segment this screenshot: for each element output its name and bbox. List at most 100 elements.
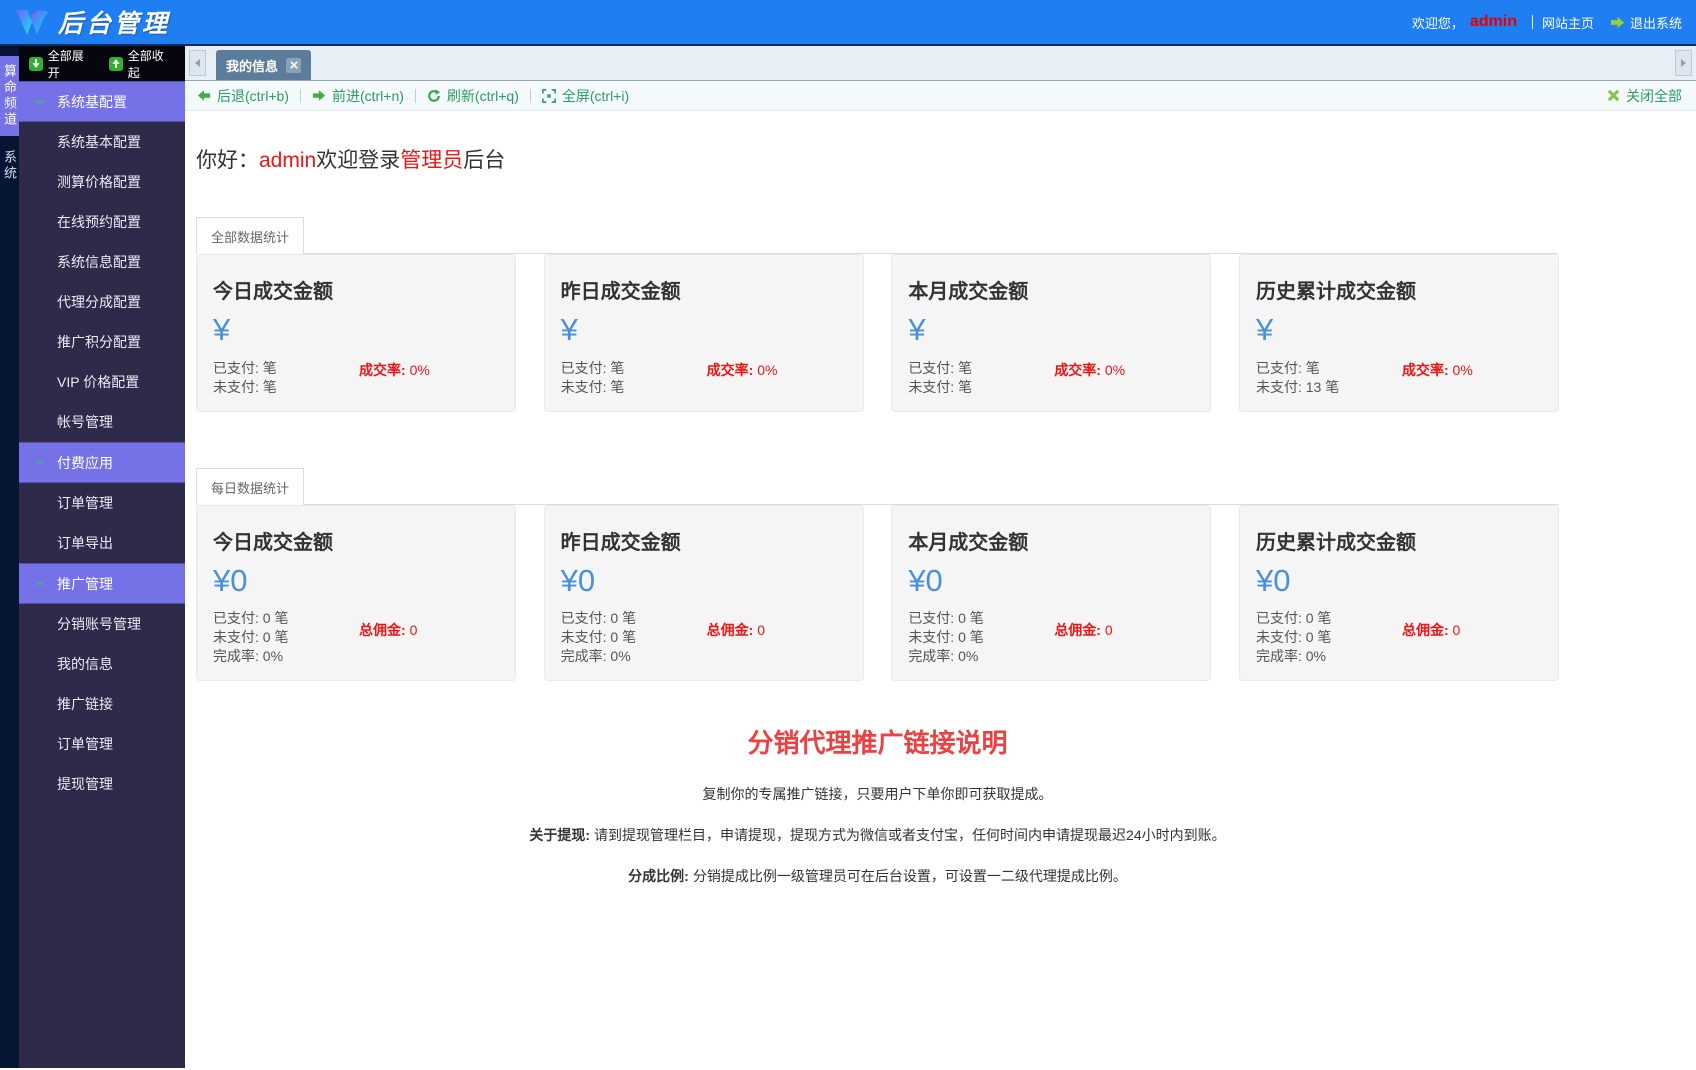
greeting-role: 管理员 bbox=[400, 149, 463, 172]
caret-down-icon bbox=[36, 582, 44, 587]
logo-icon bbox=[14, 7, 50, 37]
card-amount: ¥0 bbox=[1256, 565, 1542, 598]
card-title: 本月成交金额 bbox=[908, 275, 1194, 304]
section-tabs: 每日数据统计 bbox=[196, 467, 1559, 505]
sidebar-item-order-export[interactable]: 订单导出 bbox=[19, 523, 185, 563]
sidebar-item-distribution-account-management[interactable]: 分销账号管理 bbox=[19, 604, 185, 644]
welcome-text: 欢迎您， bbox=[1412, 13, 1464, 32]
card-title: 本月成交金额 bbox=[908, 526, 1194, 555]
tab-close-icon[interactable] bbox=[286, 58, 301, 73]
promotion-notice: 分销代理推广链接说明 复制你的专属推广链接，只要用户下单你即可获取提成。 关于提… bbox=[196, 723, 1559, 886]
sidebar-item-promotion-links[interactable]: 推广链接 bbox=[19, 684, 185, 724]
card-stats: 已支付: 0 笔 未支付: 0 笔 完成率: 0% bbox=[908, 609, 1054, 666]
greeting: 你好：admin欢迎登录管理员后台 bbox=[196, 144, 1559, 174]
forward-arrow-icon bbox=[312, 89, 326, 102]
sidebar-item-price-calc-config[interactable]: 测算价格配置 bbox=[19, 162, 185, 202]
content-area: 你好：admin欢迎登录管理员后台 全部数据统计 今日成交金额 ¥ 已支 bbox=[185, 111, 1696, 1068]
greeting-username: admin bbox=[259, 149, 316, 172]
sidebar-menu: 系统基配置 系统基本配置 测算价格配置 在线预约配置 系统信息配置 代理分成配置… bbox=[19, 81, 185, 804]
stat-card: 昨日成交金额 ¥ 已支付: 笔 未支付: 笔 成交率: 0% bbox=[544, 254, 864, 412]
collapse-all-button[interactable]: 全部收起 bbox=[109, 47, 175, 81]
forward-button[interactable]: 前进(ctrl+n) bbox=[312, 86, 404, 106]
card-metric: 总佣金: 0 bbox=[1402, 609, 1460, 666]
stat-card: 昨日成交金额 ¥0 已支付: 0 笔 未支付: 0 笔 完成率: 0% 总佣金: bbox=[544, 505, 864, 682]
sidebar-toolbar: 全部展开 全部收起 bbox=[19, 46, 185, 81]
card-amount: ¥ bbox=[1256, 314, 1542, 347]
close-all-button[interactable]: 关闭全部 bbox=[1607, 86, 1682, 106]
tab-all-data-stats[interactable]: 全部数据统计 bbox=[196, 217, 304, 254]
card-title: 今日成交金额 bbox=[213, 526, 499, 555]
sidebar-group-paid-apps[interactable]: 付费应用 bbox=[19, 442, 185, 483]
channel-tab-system[interactable]: 系统 bbox=[0, 142, 19, 190]
divider bbox=[1532, 15, 1533, 29]
sidebar-item-account-management[interactable]: 帐号管理 bbox=[19, 402, 185, 442]
divider bbox=[530, 89, 531, 103]
tab-scroll-right-button[interactable] bbox=[1675, 50, 1692, 76]
sidebar-item-system-basic-config[interactable]: 系统基本配置 bbox=[19, 122, 185, 162]
app-header: 后台管理 欢迎您， admin 网站主页 退出系统 bbox=[0, 0, 1696, 46]
card-title: 昨日成交金额 bbox=[561, 526, 847, 555]
card-amount: ¥ bbox=[213, 314, 499, 347]
card-amount: ¥0 bbox=[213, 565, 499, 598]
sidebar-item-withdrawal-management[interactable]: 提现管理 bbox=[19, 764, 185, 804]
sidebar-item-order-management[interactable]: 订单管理 bbox=[19, 483, 185, 523]
card-metric: 总佣金: 0 bbox=[1054, 609, 1112, 666]
logout-button[interactable]: 退出系统 bbox=[1610, 13, 1682, 32]
section-daily-stats: 每日数据统计 今日成交金额 ¥0 已支付: 0 笔 未支付: 0 笔 完成率: … bbox=[196, 467, 1559, 682]
notice-line: 分成比例:分销提成比例一级管理员可在后台设置，可设置一二级代理提成比例。 bbox=[196, 866, 1559, 886]
card-stats: 已支付: 0 笔 未支付: 0 笔 完成率: 0% bbox=[561, 609, 707, 666]
chevron-right-icon bbox=[1681, 59, 1686, 67]
fullscreen-icon bbox=[542, 89, 556, 103]
card-amount: ¥0 bbox=[561, 565, 847, 598]
home-link[interactable]: 网站主页 bbox=[1542, 13, 1594, 32]
card-amount: ¥ bbox=[561, 314, 847, 347]
card-stats: 已支付: 笔 未支付: 笔 bbox=[561, 359, 707, 397]
sidebar-item-vip-price-config[interactable]: VIP 价格配置 bbox=[19, 362, 185, 402]
tab-my-info[interactable]: 我的信息 bbox=[216, 50, 311, 80]
section-tabs: 全部数据统计 bbox=[196, 216, 1559, 254]
fullscreen-button[interactable]: 全屏(ctrl+i) bbox=[542, 86, 629, 106]
stat-card: 今日成交金额 ¥0 已支付: 0 笔 未支付: 0 笔 完成率: 0% 总佣金: bbox=[196, 505, 516, 682]
caret-down-icon bbox=[36, 100, 44, 105]
stat-cards-row: 今日成交金额 ¥ 已支付: 笔 未支付: 笔 成交率: 0% bbox=[196, 254, 1559, 412]
card-metric: 总佣金: 0 bbox=[359, 609, 417, 666]
chevron-left-icon bbox=[195, 59, 200, 67]
card-stats: 已支付: 0 笔 未支付: 0 笔 完成率: 0% bbox=[1256, 609, 1402, 666]
back-button[interactable]: 后退(ctrl+b) bbox=[197, 86, 289, 106]
tab-scroll-left-button[interactable] bbox=[189, 50, 206, 76]
card-title: 今日成交金额 bbox=[213, 275, 499, 304]
sidebar-group-promotion-management[interactable]: 推广管理 bbox=[19, 563, 185, 604]
close-icon bbox=[1607, 89, 1620, 102]
channel-strip: 算命频道 系统 bbox=[0, 46, 19, 1068]
card-title: 昨日成交金额 bbox=[561, 275, 847, 304]
toolbar: 后退(ctrl+b) 前进(ctrl+n) 刷新(ctrl+q) bbox=[185, 81, 1696, 111]
sidebar-item-system-info-config[interactable]: 系统信息配置 bbox=[19, 242, 185, 282]
sidebar-item-promo-points-config[interactable]: 推广积分配置 bbox=[19, 322, 185, 362]
sidebar-item-agent-share-config[interactable]: 代理分成配置 bbox=[19, 282, 185, 322]
sidebar-item-order-management-2[interactable]: 订单管理 bbox=[19, 724, 185, 764]
card-title: 历史累计成交金额 bbox=[1256, 275, 1542, 304]
sidebar: 全部展开 全部收起 系统基配置 系统基本配置 测算价格配置 在线预约配置 系统信… bbox=[19, 46, 185, 1068]
caret-down-icon bbox=[36, 461, 44, 466]
card-metric: 成交率: 0% bbox=[1054, 359, 1125, 397]
stat-card: 今日成交金额 ¥ 已支付: 笔 未支付: 笔 成交率: 0% bbox=[196, 254, 516, 412]
card-title: 历史累计成交金额 bbox=[1256, 526, 1542, 555]
user-bar: 欢迎您， admin 网站主页 退出系统 bbox=[1412, 13, 1682, 32]
channel-tab-fortune[interactable]: 算命频道 bbox=[0, 56, 19, 136]
sidebar-item-online-booking-config[interactable]: 在线预约配置 bbox=[19, 202, 185, 242]
stat-card: 历史累计成交金额 ¥0 已支付: 0 笔 未支付: 0 笔 完成率: 0% 总佣… bbox=[1239, 505, 1559, 682]
sidebar-item-my-info[interactable]: 我的信息 bbox=[19, 644, 185, 684]
refresh-icon bbox=[427, 89, 441, 103]
card-stats: 已支付: 笔 未支付: 笔 bbox=[908, 359, 1054, 397]
card-metric: 成交率: 0% bbox=[707, 359, 778, 397]
expand-all-button[interactable]: 全部展开 bbox=[29, 47, 95, 81]
sidebar-group-system-config[interactable]: 系统基配置 bbox=[19, 81, 185, 122]
collapse-all-icon bbox=[109, 57, 123, 71]
refresh-button[interactable]: 刷新(ctrl+q) bbox=[427, 86, 519, 106]
tab-daily-data-stats[interactable]: 每日数据统计 bbox=[196, 468, 304, 505]
card-metric: 总佣金: 0 bbox=[707, 609, 765, 666]
stat-card: 历史累计成交金额 ¥ 已支付: 笔 未支付: 13 笔 成交率: 0% bbox=[1239, 254, 1559, 412]
app-title: 后台管理 bbox=[58, 4, 170, 40]
notice-title: 分销代理推广链接说明 bbox=[196, 723, 1559, 760]
section-all-stats: 全部数据统计 今日成交金额 ¥ 已支付: 笔 未支付: 笔 bbox=[196, 216, 1559, 412]
